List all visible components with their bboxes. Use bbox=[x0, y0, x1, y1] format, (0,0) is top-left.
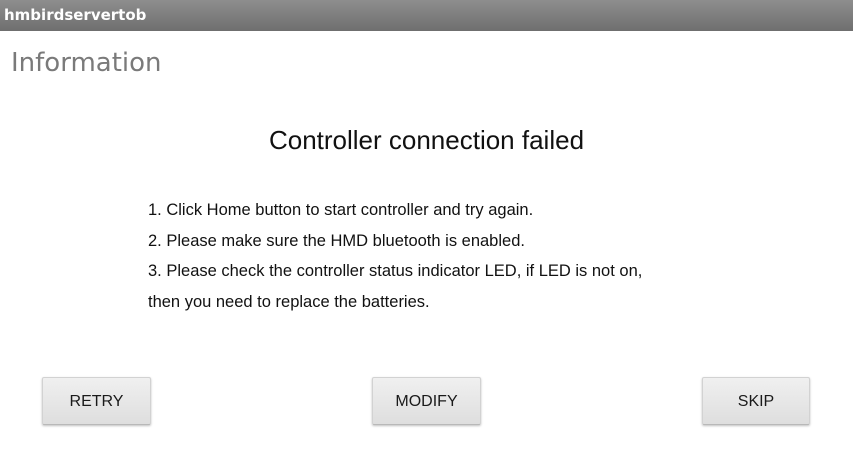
instruction-item: 2. Please make sure the HMD bluetooth is… bbox=[148, 231, 525, 250]
instruction-item: 3. Please check the controller status in… bbox=[148, 262, 643, 280]
window-title: hmbirdservertob bbox=[4, 6, 147, 24]
retry-button[interactable]: RETRY bbox=[42, 377, 151, 425]
dialog-title: Controller connection failed bbox=[268, 125, 585, 155]
instruction-list: 1. Click Home button to start controller… bbox=[148, 195, 788, 317]
skip-button[interactable]: SKIP bbox=[702, 377, 810, 425]
app-window: hmbirdservertob Information Controller c… bbox=[0, 0, 853, 454]
modify-button[interactable]: MODIFY bbox=[372, 377, 481, 425]
window-title-bar: hmbirdservertob bbox=[0, 0, 853, 31]
page-title: Information bbox=[11, 48, 162, 78]
instruction-item: 1. Click Home button to start controller… bbox=[148, 201, 534, 219]
instruction-item: then you need to replace the batteries. bbox=[148, 292, 430, 311]
